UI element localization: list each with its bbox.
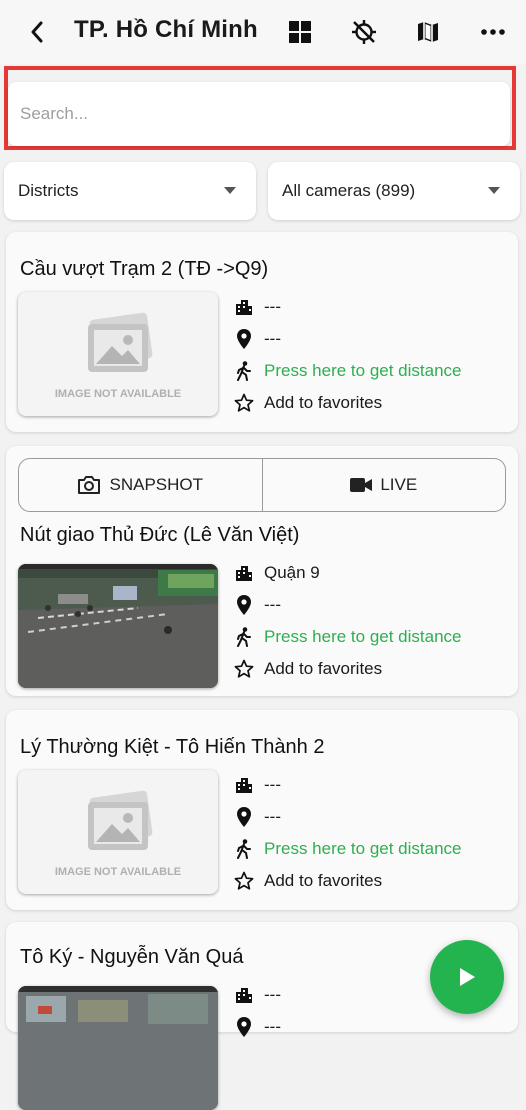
image-not-available-label: IMAGE NOT AVAILABLE — [54, 866, 182, 878]
pin-icon — [234, 1017, 254, 1037]
star-outline-icon — [234, 659, 254, 679]
image-placeholder-icon — [88, 790, 153, 850]
star-outline-icon — [234, 871, 254, 891]
back-icon[interactable] — [24, 18, 50, 46]
camera-thumbnail[interactable]: IMAGE NOT AVAILABLE — [18, 292, 218, 416]
pin-icon — [234, 807, 254, 827]
image-placeholder-icon — [88, 312, 153, 372]
live-button[interactable]: LIVE — [261, 459, 506, 511]
play-button[interactable] — [430, 940, 504, 1014]
favorite-label: Add to favorites — [264, 393, 383, 412]
district-row: --- — [234, 772, 281, 798]
building-icon — [234, 985, 254, 1005]
camera-title: Nút giao Thủ Đức (Lê Văn Việt) — [20, 524, 300, 546]
location-value: --- — [264, 807, 281, 826]
camera-thumbnail[interactable] — [18, 564, 218, 688]
view-mode-toggle: SNAPSHOT LIVE — [18, 458, 506, 512]
snapshot-label: SNAPSHOT — [109, 475, 204, 494]
location-value: --- — [264, 1017, 281, 1036]
star-outline-icon — [234, 393, 254, 413]
camera-thumbnail[interactable] — [18, 986, 218, 1110]
district-value: Quận 9 — [264, 563, 320, 582]
camera-thumbnail[interactable]: IMAGE NOT AVAILABLE — [18, 770, 218, 894]
location-value: --- — [264, 329, 281, 348]
camera-feed-image — [18, 564, 218, 688]
live-label: LIVE — [380, 475, 418, 494]
chevron-down-icon — [488, 187, 500, 194]
district-dropdown[interactable]: Districts — [4, 162, 256, 220]
location-row: --- — [234, 1014, 281, 1040]
location-row: --- — [234, 326, 281, 352]
distance-link[interactable]: Press here to get distance — [234, 358, 462, 384]
district-dropdown-label: Districts — [18, 181, 79, 200]
building-icon — [234, 775, 254, 795]
camera-icon — [78, 476, 101, 494]
camera-title: Cầu vượt Trạm 2 (TĐ ->Q9) — [20, 258, 269, 280]
camera-card[interactable]: SNAPSHOT LIVE Nút giao Thủ Đức (Lê Văn V… — [6, 446, 518, 696]
page-title: TP. Hồ Chí Minh — [74, 16, 258, 43]
camera-feed-image — [18, 986, 218, 1110]
camera-card[interactable]: Cầu vượt Trạm 2 (TĐ ->Q9) IMAGE NOT AVAI… — [6, 232, 518, 432]
app-bar: TP. Hồ Chí Minh — [0, 0, 526, 64]
map-icon[interactable] — [414, 18, 442, 46]
camera-title: Lý Thường Kiệt - Tô Hiến Thành 2 — [20, 736, 325, 758]
building-icon — [234, 563, 254, 583]
building-icon — [234, 297, 254, 317]
walk-icon — [234, 839, 254, 859]
camera-card[interactable]: Lý Thường Kiệt - Tô Hiến Thành 2 IMAGE N… — [6, 710, 518, 910]
location-value: --- — [264, 595, 281, 614]
chevron-down-icon — [224, 187, 236, 194]
snapshot-button[interactable]: SNAPSHOT — [19, 459, 262, 511]
district-value: --- — [264, 297, 281, 316]
camera-title: Tô Ký - Nguyễn Văn Quá — [20, 946, 244, 968]
distance-link[interactable]: Press here to get distance — [234, 624, 462, 650]
district-value: --- — [264, 985, 281, 1004]
distance-label: Press here to get distance — [264, 839, 462, 858]
favorite-label: Add to favorites — [264, 871, 383, 890]
distance-label: Press here to get distance — [264, 627, 462, 646]
location-row: --- — [234, 592, 281, 618]
walk-icon — [234, 627, 254, 647]
play-icon — [460, 968, 475, 986]
video-icon — [350, 478, 373, 492]
search-field[interactable] — [8, 82, 510, 146]
favorite-button[interactable]: Add to favorites — [234, 868, 382, 894]
camera-filter-label: All cameras (899) — [282, 181, 416, 200]
location-off-icon[interactable] — [350, 18, 378, 46]
pin-icon — [234, 329, 254, 349]
favorite-button[interactable]: Add to favorites — [234, 656, 382, 682]
favorite-button[interactable]: Add to favorites — [234, 390, 382, 416]
image-not-available-label: IMAGE NOT AVAILABLE — [54, 388, 182, 400]
pin-icon — [234, 595, 254, 615]
district-row: --- — [234, 294, 281, 320]
more-icon[interactable] — [479, 18, 507, 46]
distance-label: Press here to get distance — [264, 361, 462, 380]
walk-icon — [234, 361, 254, 381]
district-row: --- — [234, 982, 281, 1008]
search-input[interactable] — [18, 103, 500, 125]
camera-filter-dropdown[interactable]: All cameras (899) — [268, 162, 520, 220]
favorite-label: Add to favorites — [264, 659, 383, 678]
district-value: --- — [264, 775, 281, 794]
location-row: --- — [234, 804, 281, 830]
district-row: Quận 9 — [234, 560, 320, 586]
grid-icon[interactable] — [286, 18, 314, 46]
distance-link[interactable]: Press here to get distance — [234, 836, 462, 862]
